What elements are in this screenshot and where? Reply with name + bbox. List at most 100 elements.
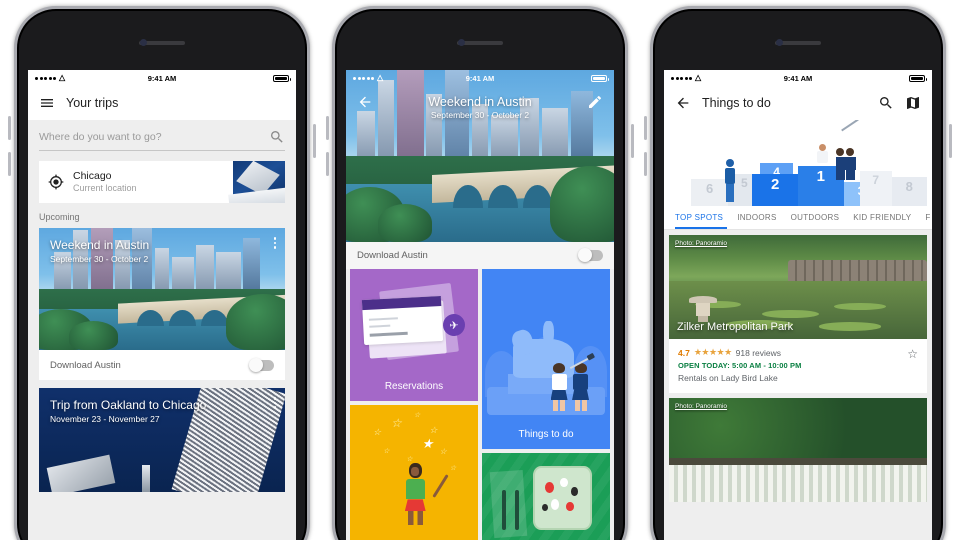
photo-credit[interactable]: Photo: Panoramio [675,240,727,247]
location-thumbnail [233,161,285,203]
star-outline-icon[interactable]: ☆ [907,347,918,361]
trip-dates: September 30 - October 2 [50,254,149,264]
search-icon[interactable] [878,95,894,111]
trip-hero: △ 9:41 AM Weekend in Austin September 30… [346,70,614,242]
trip-hero-image: Weekend in Austin September 30 - October… [39,228,285,350]
tile-things-to-do[interactable]: Things to do [482,269,610,449]
location-text: Chicago Current location [64,170,233,195]
trip-title: Weekend in Austin [50,238,150,252]
screenshot-stage: △ 9:41 AM Your trips Where do you want t… [0,0,960,540]
search-icon[interactable] [269,129,285,145]
download-label: Download Austin [50,359,121,371]
tab-outdoors[interactable]: OUTDOORS [791,213,840,222]
section-header-upcoming: Upcoming [39,212,80,222]
trip-title: Trip from Oakland to Chicago [50,398,207,412]
tile-food[interactable] [482,453,610,540]
tab-kid-friendly[interactable]: KID FRIENDLY [853,213,911,222]
place-photo: Photo: Panoramio [669,398,927,502]
place-meta: 4.7 ★★★★★ 918 reviews OPEN TODAY: 5:00 A… [669,339,927,393]
rating-row: 4.7 ★★★★★ 918 reviews [678,347,918,358]
tab-top-spots[interactable]: TOP SPOTS [675,213,723,222]
trip-detail-body: Download Austin ✈ Reservations ☆ ☆ ☆ ☆ ☆… [346,242,614,540]
front-camera [140,39,147,46]
salad-plate-icon [533,465,593,531]
trip-card-austin[interactable]: Weekend in Austin September 30 - October… [39,228,285,380]
my-location-icon [48,174,64,190]
power-button[interactable] [313,124,316,158]
podium-illustration: 6 5 4 2 1 3 7 8 [664,120,932,206]
phone-trip-detail: △ 9:41 AM Weekend in Austin September 30… [326,6,634,540]
download-toggle[interactable] [578,248,603,262]
status-bar: △ 9:41 AM [664,70,932,86]
battery-icon [273,74,291,82]
trip-card-chicago[interactable]: Trip from Oakland to Chicago November 23… [39,388,285,492]
status-bar: △ 9:41 AM [346,70,614,86]
download-row[interactable]: Download Austin [39,350,285,380]
download-row[interactable]: Download Austin [346,242,614,269]
fork-icon [502,489,507,531]
kebab-menu-icon[interactable] [273,237,276,249]
power-button[interactable] [631,124,634,158]
arrow-back-icon[interactable] [675,95,691,111]
knife-icon [515,489,520,531]
selfie-girls-figure [835,120,874,181]
current-location-card[interactable]: Chicago Current location [39,161,285,203]
podium-blocks: 6 5 4 2 1 3 7 8 [664,120,932,206]
front-camera [458,39,465,46]
search-input[interactable]: Where do you want to go? [39,129,285,151]
search-row: Where do you want to go? [28,120,296,151]
volume-up-button[interactable] [644,116,647,140]
place-card-zilker[interactable]: Photo: Panoramio Zilker Metropolitan Par… [669,235,927,393]
place-address: Rentals on Lady Bird Lake [678,373,778,383]
tile-label: Reservations [384,381,444,392]
page-title: Things to do [702,96,771,110]
place-photo: Photo: Panoramio Zilker Metropolitan Par… [669,235,927,339]
volume-down-button[interactable] [8,152,11,176]
tab-next-partial[interactable]: F [925,213,930,222]
page-title: Weekend in Austin [428,95,532,109]
pencil-icon[interactable] [587,94,603,110]
rating-value: 4.7 [678,347,690,358]
phone2-screen: △ 9:41 AM Weekend in Austin September 30… [346,70,614,540]
trip-hero-image: Trip from Oakland to Chicago November 23… [39,388,285,492]
trips-body: Where do you want to go? Chicago Current… [28,120,296,540]
hamburger-icon[interactable] [39,95,55,111]
phone-your-trips: △ 9:41 AM Your trips Where do you want t… [8,6,316,540]
places-list: Photo: Panoramio Zilker Metropolitan Par… [664,230,932,540]
volume-down-button[interactable] [644,152,647,176]
tile-stars[interactable]: ☆ ☆ ☆ ☆ ☆ ☆ ★ ☆ ☆ [350,405,478,540]
map-icon[interactable] [905,95,921,111]
opening-hours: OPEN TODAY: 5:00 AM - 10:00 PM [678,361,802,370]
tile-reservations[interactable]: ✈ Reservations [350,269,478,401]
category-tabs: TOP SPOTS INDOORS OUTDOORS KID FRIENDLY … [664,206,932,230]
location-name: Chicago [73,169,112,182]
phone3-screen: △ 9:41 AM Things to do 6 5 4 2 1 7 8 TOP… [664,70,932,540]
status-time: 9:41 AM [783,73,813,83]
power-button[interactable] [949,124,952,158]
tab-indoors[interactable]: INDOORS [737,213,776,222]
volume-up-button[interactable] [8,116,11,140]
app-bar: Your trips [28,86,296,120]
place-card-second[interactable]: Photo: Panoramio [669,398,927,502]
download-label: Download Austin [357,250,428,261]
status-time: 9:41 AM [465,73,495,83]
volume-up-button[interactable] [326,116,329,140]
selfie-stick-icon [840,120,859,132]
photo-credit[interactable]: Photo: Panoramio [675,403,727,410]
visitor-figure-left [718,158,742,204]
battery-icon [591,74,609,82]
tile-label: Things to do [518,429,574,440]
arrow-back-icon[interactable] [357,94,373,110]
waterfall-photo-art [669,398,927,502]
rating-stars: ★★★★★ [693,347,732,357]
place-name: Zilker Metropolitan Park [677,321,794,333]
app-bar: Things to do [664,86,932,120]
kebab-menu-icon[interactable] [273,397,276,409]
volume-down-button[interactable] [326,152,329,176]
trip-dates: November 23 - November 27 [50,414,160,424]
front-camera [776,39,783,46]
girl-illustration [399,463,449,526]
location-subtitle: Current location [73,182,137,193]
tab-indicator [675,227,727,229]
download-toggle[interactable] [249,357,274,372]
